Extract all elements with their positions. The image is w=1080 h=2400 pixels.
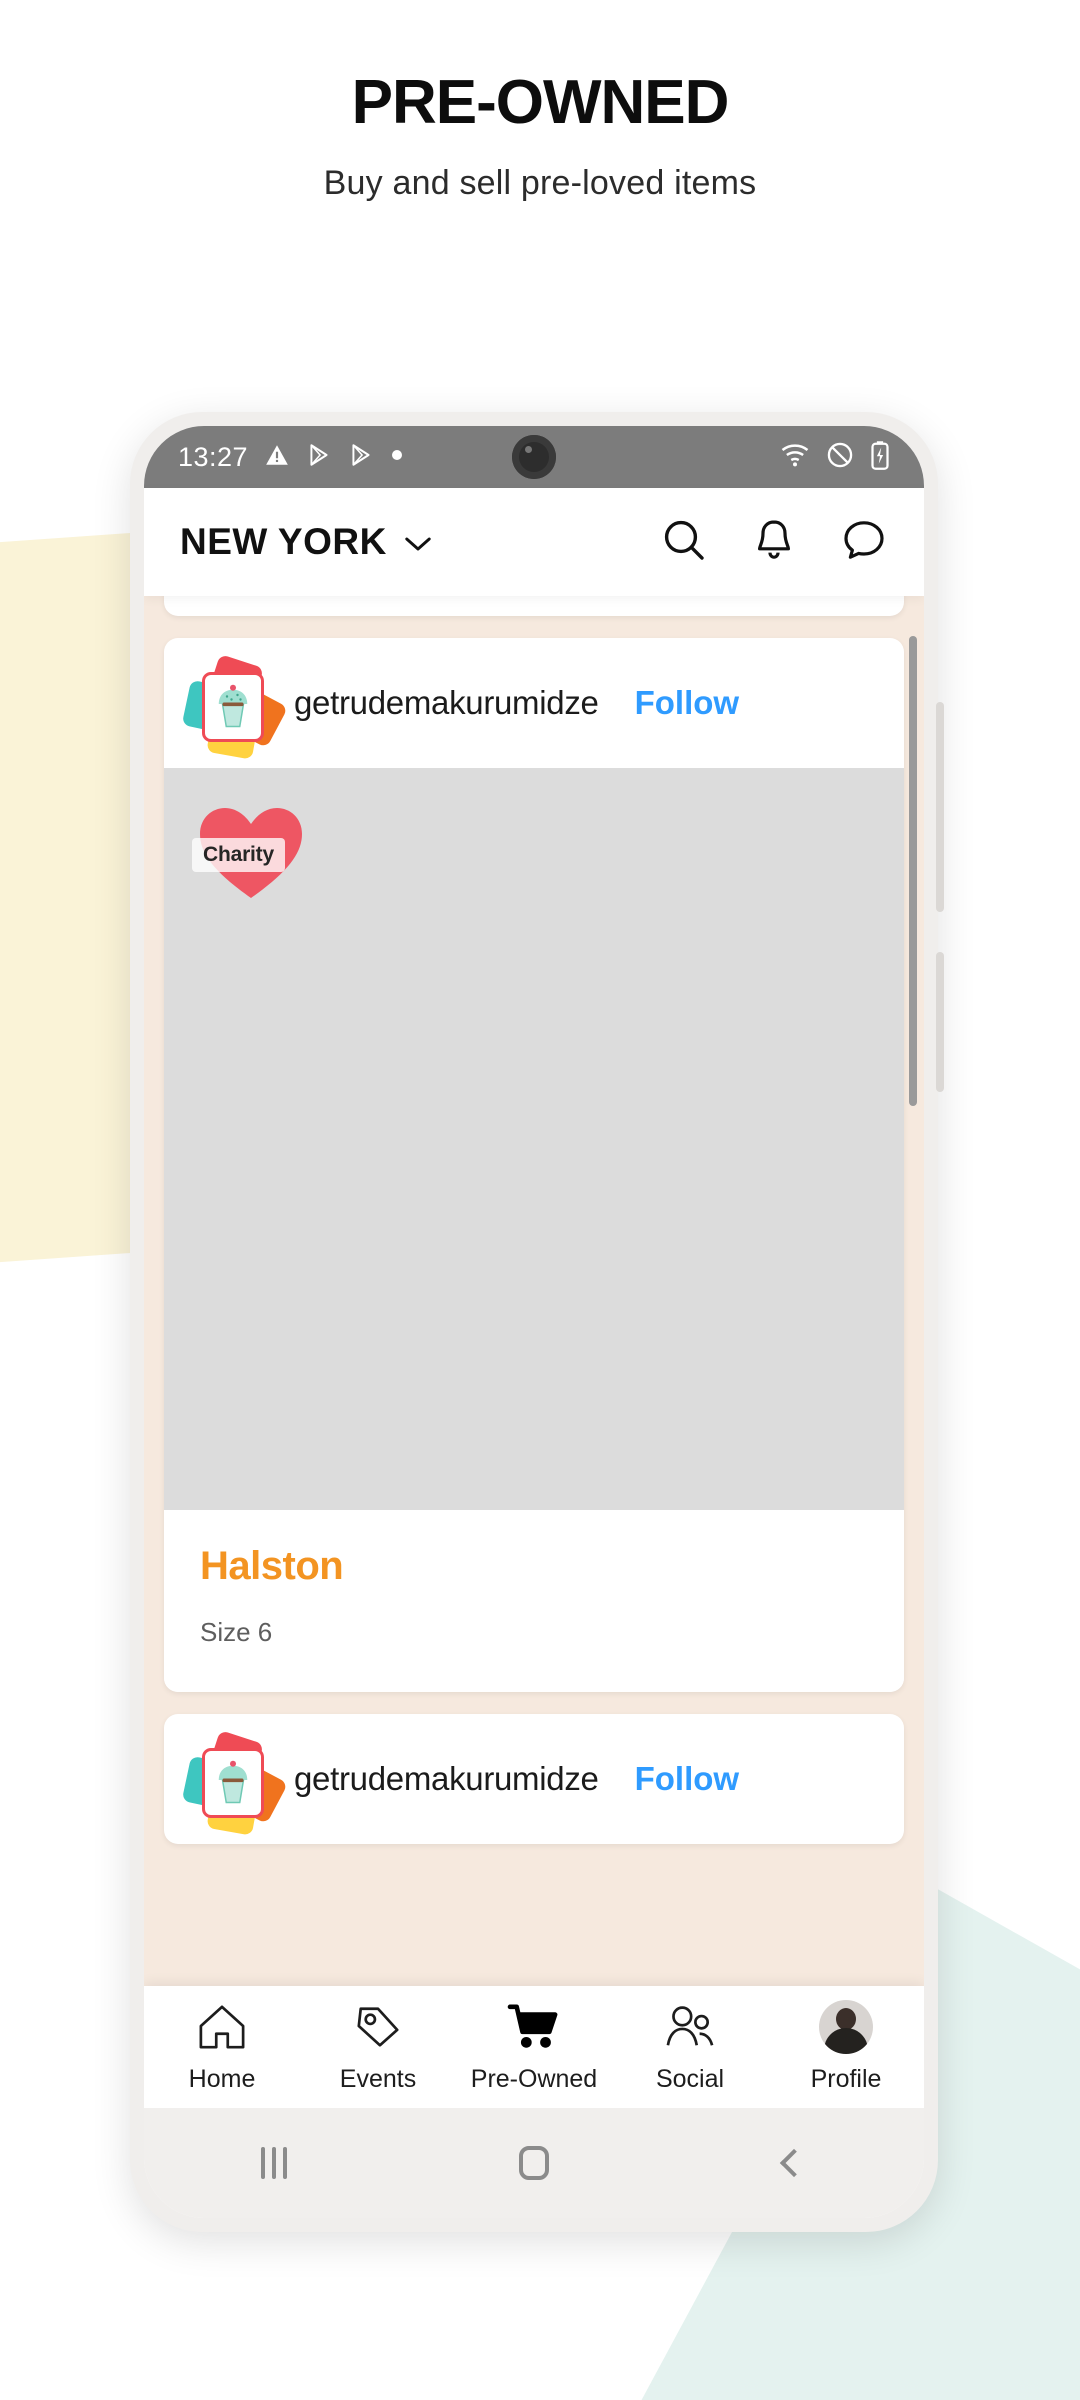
city-label: NEW YORK: [180, 521, 387, 562]
feed-card-previous[interactable]: [164, 596, 904, 616]
search-icon[interactable]: [660, 516, 708, 569]
chevron-down-icon: [403, 521, 433, 563]
feed-card[interactable]: getrudemakurumidze Follow Charity Halsto…: [164, 638, 904, 1692]
pre-owned-feed[interactable]: getrudemakurumidze Follow Charity Halsto…: [144, 596, 924, 1986]
status-badge: Charity: [192, 800, 306, 904]
warning-triangle-icon: [264, 442, 290, 473]
tab-label: Home: [188, 2064, 256, 2093]
heart-icon: [196, 808, 306, 908]
avatar[interactable]: [181, 1730, 289, 1836]
tab-label: Events: [339, 2064, 417, 2093]
post-image[interactable]: Charity: [164, 768, 904, 1510]
bell-icon[interactable]: [750, 516, 798, 569]
camera-punchhole: [512, 435, 556, 479]
phone-power-button[interactable]: [936, 952, 944, 1092]
do-not-disturb-icon: [826, 441, 854, 474]
tab-label: Social: [655, 2064, 725, 2093]
post-header: getrudemakurumidze Follow: [164, 1714, 904, 1844]
product-brand[interactable]: Halston: [200, 1544, 868, 1589]
battery-charging-icon: [870, 440, 890, 475]
play-store-icon: [348, 442, 374, 473]
tab-label: Profile: [810, 2064, 882, 2093]
app-header: NEW YORK: [144, 488, 924, 596]
page-title: PRE-OWNED: [351, 68, 730, 137]
product-size: Size 6: [200, 1617, 273, 1647]
avatar[interactable]: [181, 654, 289, 760]
recents-icon[interactable]: [144, 2147, 404, 2179]
tag-icon: [353, 2001, 403, 2053]
post-details: Halston Size 6: [164, 1510, 904, 1692]
back-icon[interactable]: [664, 2148, 924, 2178]
tab-events[interactable]: Events: [300, 2001, 456, 2094]
cart-icon: [507, 2001, 561, 2053]
dot-icon: [390, 448, 404, 467]
cupcake-icon: [202, 1748, 264, 1818]
android-status-bar: 13:27: [144, 426, 924, 488]
follow-button[interactable]: Follow: [635, 684, 739, 722]
charity-badge-label: Charity: [192, 838, 285, 872]
feed-card-next[interactable]: getrudemakurumidze Follow: [164, 1714, 904, 1844]
phone-screen: 13:27 NEW YORK getrudemakurumidze Follow…: [144, 426, 924, 2218]
home-icon: [197, 2001, 247, 2053]
chat-icon[interactable]: [840, 516, 888, 569]
bottom-navigation: Home Events Pre-Owned Social Profile: [144, 1986, 924, 2108]
phone-mockup: 13:27 NEW YORK getrudemakurumidze Follow…: [130, 412, 944, 2232]
cupcake-icon: [202, 672, 264, 742]
follow-button[interactable]: Follow: [635, 1760, 739, 1798]
tab-pre-owned[interactable]: Pre-Owned: [456, 2001, 612, 2094]
scrollbar[interactable]: [909, 636, 917, 1106]
post-username[interactable]: getrudemakurumidze: [294, 684, 599, 722]
wifi-icon: [780, 442, 810, 473]
people-icon: [663, 2001, 717, 2053]
tab-label: Pre-Owned: [470, 2064, 598, 2093]
page-subtitle: Buy and sell pre-loved items: [323, 164, 757, 202]
phone-volume-button[interactable]: [936, 702, 944, 912]
tab-social[interactable]: Social: [612, 2001, 768, 2094]
play-store-icon: [306, 442, 332, 473]
tab-profile[interactable]: Profile: [768, 1999, 924, 2094]
post-header: getrudemakurumidze Follow: [164, 638, 904, 768]
post-username[interactable]: getrudemakurumidze: [294, 1760, 599, 1798]
home-icon[interactable]: [404, 2146, 664, 2180]
android-nav-bar: [144, 2108, 924, 2218]
avatar-icon: [819, 1999, 873, 2054]
tab-home[interactable]: Home: [144, 2001, 300, 2094]
city-selector[interactable]: NEW YORK: [180, 521, 433, 563]
promo-header: PRE-OWNED Buy and sell pre-loved items: [0, 0, 1080, 203]
status-time: 13:27: [178, 441, 249, 472]
